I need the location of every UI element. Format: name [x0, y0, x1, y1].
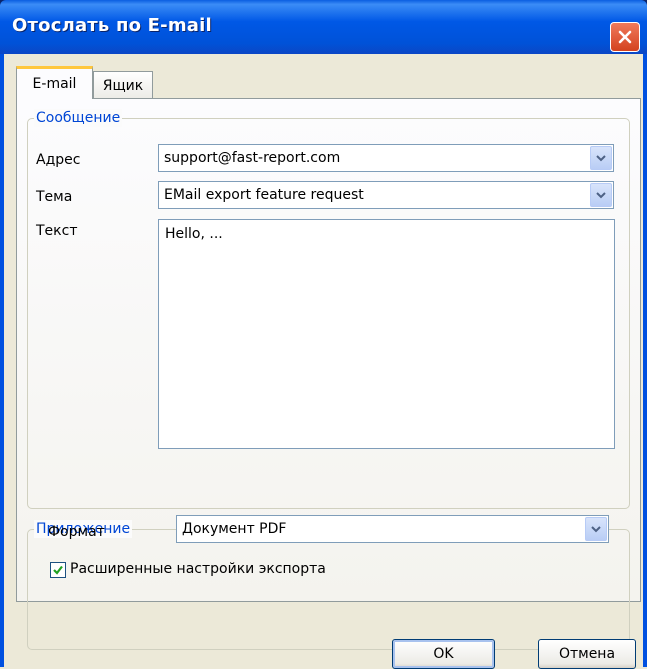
- title-bar[interactable]: Отослать по E-mail: [0, 0, 647, 54]
- text-memo[interactable]: Hello, ...: [158, 219, 615, 449]
- format-dropdown-button[interactable]: [585, 517, 607, 541]
- advanced-export-label[interactable]: Расширенные настройки экспорта: [70, 561, 326, 577]
- checkmark-icon: [53, 565, 63, 575]
- window-title: Отослать по E-mail: [12, 15, 212, 36]
- text-value: Hello, ...: [165, 226, 223, 242]
- message-group-legend: Сообщение: [34, 109, 123, 127]
- tab-mailbox-label: Ящик: [102, 77, 144, 94]
- chevron-down-icon: [596, 192, 606, 199]
- advanced-export-checkbox[interactable]: [50, 562, 66, 578]
- cancel-button-label: Отмена: [558, 646, 616, 662]
- text-label: Текст: [36, 223, 78, 239]
- window-frame-right: [643, 54, 647, 667]
- tab-mailbox[interactable]: Ящик: [93, 71, 153, 99]
- address-combobox[interactable]: support@fast-report.com: [158, 144, 614, 172]
- format-label: Формат: [48, 524, 105, 540]
- format-value: Документ PDF: [182, 521, 287, 537]
- address-value: support@fast-report.com: [164, 150, 341, 166]
- chevron-down-icon: [596, 155, 606, 162]
- subject-combobox[interactable]: EMail export feature request: [158, 181, 614, 209]
- attachment-group: Приложение: [27, 520, 630, 650]
- subject-value: EMail export feature request: [164, 187, 364, 203]
- tab-email-label: E-mail: [32, 76, 77, 92]
- ok-button[interactable]: OK: [392, 639, 495, 669]
- dialog-client-area: E-mail Ящик Сообщение Адрес support@fast…: [4, 54, 643, 669]
- chevron-down-icon: [591, 526, 601, 533]
- subject-dropdown-button[interactable]: [590, 183, 612, 207]
- close-button[interactable]: [610, 22, 640, 52]
- ok-button-label: OK: [433, 646, 454, 662]
- subject-label: Тема: [36, 189, 73, 205]
- address-dropdown-button[interactable]: [590, 146, 612, 170]
- email-dialog: Отослать по E-mail E-mail Ящик Сообщение…: [0, 0, 647, 669]
- cancel-button[interactable]: Отмена: [538, 639, 636, 669]
- tab-email[interactable]: E-mail: [16, 66, 93, 99]
- close-icon: [618, 30, 632, 44]
- address-label: Адрес: [36, 152, 81, 168]
- format-combobox[interactable]: Документ PDF: [176, 515, 609, 543]
